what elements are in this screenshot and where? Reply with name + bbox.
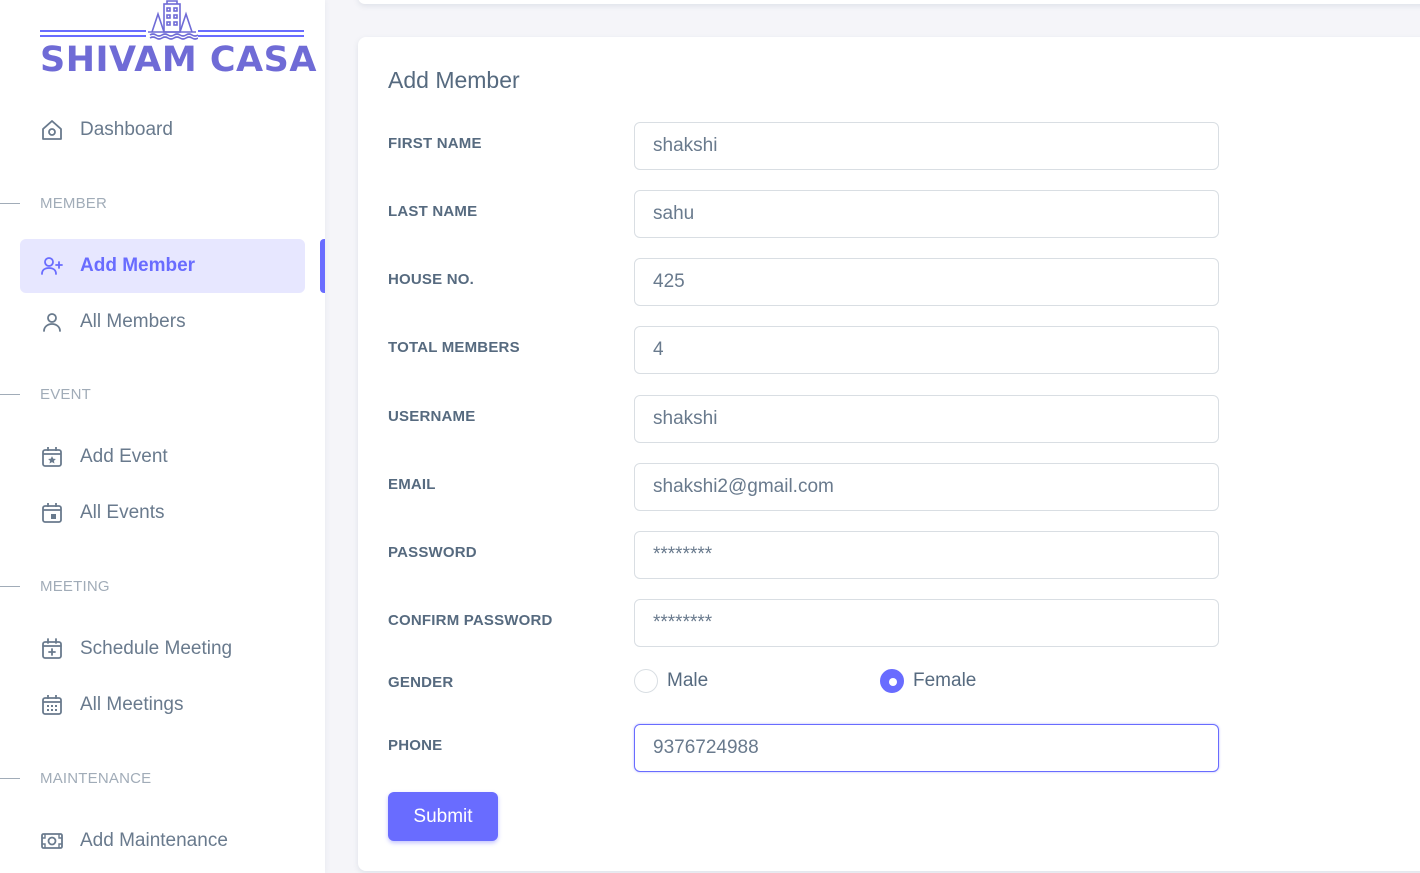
sidebar: SHIVAM CASA Dashboard MEMBER Add Member (0, 0, 325, 873)
first-name-field[interactable] (634, 122, 1219, 170)
section-header-event: EVENT (40, 386, 92, 403)
sidebar-item-all-meetings[interactable]: All Meetings (20, 678, 305, 732)
first-name-label: FIRST NAME (388, 135, 482, 152)
sidebar-item-label: All Events (80, 502, 165, 523)
calendar-star-icon (40, 445, 64, 469)
sidebar-item-add-event[interactable]: Add Event (20, 430, 305, 484)
brand-name: SHIVAM CASA (40, 40, 317, 80)
radio-male-label: Male (667, 670, 709, 691)
section-header-member: MEMBER (40, 195, 108, 212)
submit-button[interactable]: Submit (388, 792, 498, 841)
sidebar-item-all-events[interactable]: All Events (20, 486, 305, 540)
confirm-password-label: CONFIRM PASSWORD (388, 612, 553, 629)
phone-field[interactable] (634, 724, 1219, 772)
sidebar-item-label: Dashboard (80, 119, 173, 140)
money-icon (40, 829, 64, 853)
total-members-field[interactable] (634, 326, 1219, 374)
radio-male[interactable] (634, 669, 658, 693)
sidebar-item-label: Add Member (80, 255, 196, 276)
username-field[interactable] (634, 395, 1219, 443)
radio-female-label: Female (913, 670, 977, 691)
section-divider (0, 778, 20, 779)
section-header-meeting: MEETING (40, 578, 110, 595)
last-name-label: LAST NAME (388, 203, 478, 220)
confirm-password-field[interactable] (634, 599, 1219, 647)
sidebar-item-label: Add Maintenance (80, 830, 228, 851)
building-icon (148, 0, 198, 40)
radio-female[interactable] (880, 669, 904, 693)
section-divider (0, 586, 20, 587)
sidebar-item-label: All Meetings (80, 694, 184, 715)
username-label: USERNAME (388, 408, 476, 425)
home-icon (40, 118, 64, 142)
sidebar-item-schedule-meeting[interactable]: Schedule Meeting (20, 622, 305, 676)
sidebar-item-label: All Members (80, 311, 186, 332)
brand-logo[interactable]: SHIVAM CASA (40, 0, 316, 82)
password-label: PASSWORD (388, 544, 477, 561)
password-field[interactable] (634, 531, 1219, 579)
user-icon (40, 310, 64, 334)
add-member-card: Add Member FIRST NAME LAST NAME HOUSE NO… (358, 37, 1420, 871)
active-indicator (320, 239, 325, 293)
gender-label: GENDER (388, 674, 454, 691)
sidebar-item-all-members[interactable]: All Members (20, 295, 305, 349)
user-plus-icon (40, 254, 64, 278)
navbar-strip (358, 0, 1420, 4)
phone-label: PHONE (388, 737, 443, 754)
email-field[interactable] (634, 463, 1219, 511)
calendar-grid-icon (40, 693, 64, 717)
sidebar-item-add-maintenance[interactable]: Add Maintenance (20, 814, 305, 868)
gender-male-option[interactable]: Male (634, 669, 708, 693)
total-members-label: TOTAL MEMBERS (388, 339, 520, 356)
email-label: EMAIL (388, 476, 436, 493)
last-name-field[interactable] (634, 190, 1219, 238)
section-divider (0, 203, 20, 204)
sidebar-item-dashboard[interactable]: Dashboard (20, 103, 305, 157)
sidebar-item-label: Add Event (80, 446, 168, 467)
calendar-plus-icon (40, 637, 64, 661)
section-divider (0, 394, 20, 395)
sidebar-item-label: Schedule Meeting (80, 638, 233, 659)
page-title: Add Member (388, 67, 520, 93)
sidebar-item-add-member[interactable]: Add Member (20, 239, 305, 293)
calendar-icon (40, 501, 64, 525)
house-no-label: HOUSE NO. (388, 271, 474, 288)
house-no-field[interactable] (634, 258, 1219, 306)
section-header-maintenance: MAINTENANCE (40, 770, 152, 787)
gender-female-option[interactable]: Female (880, 669, 976, 693)
